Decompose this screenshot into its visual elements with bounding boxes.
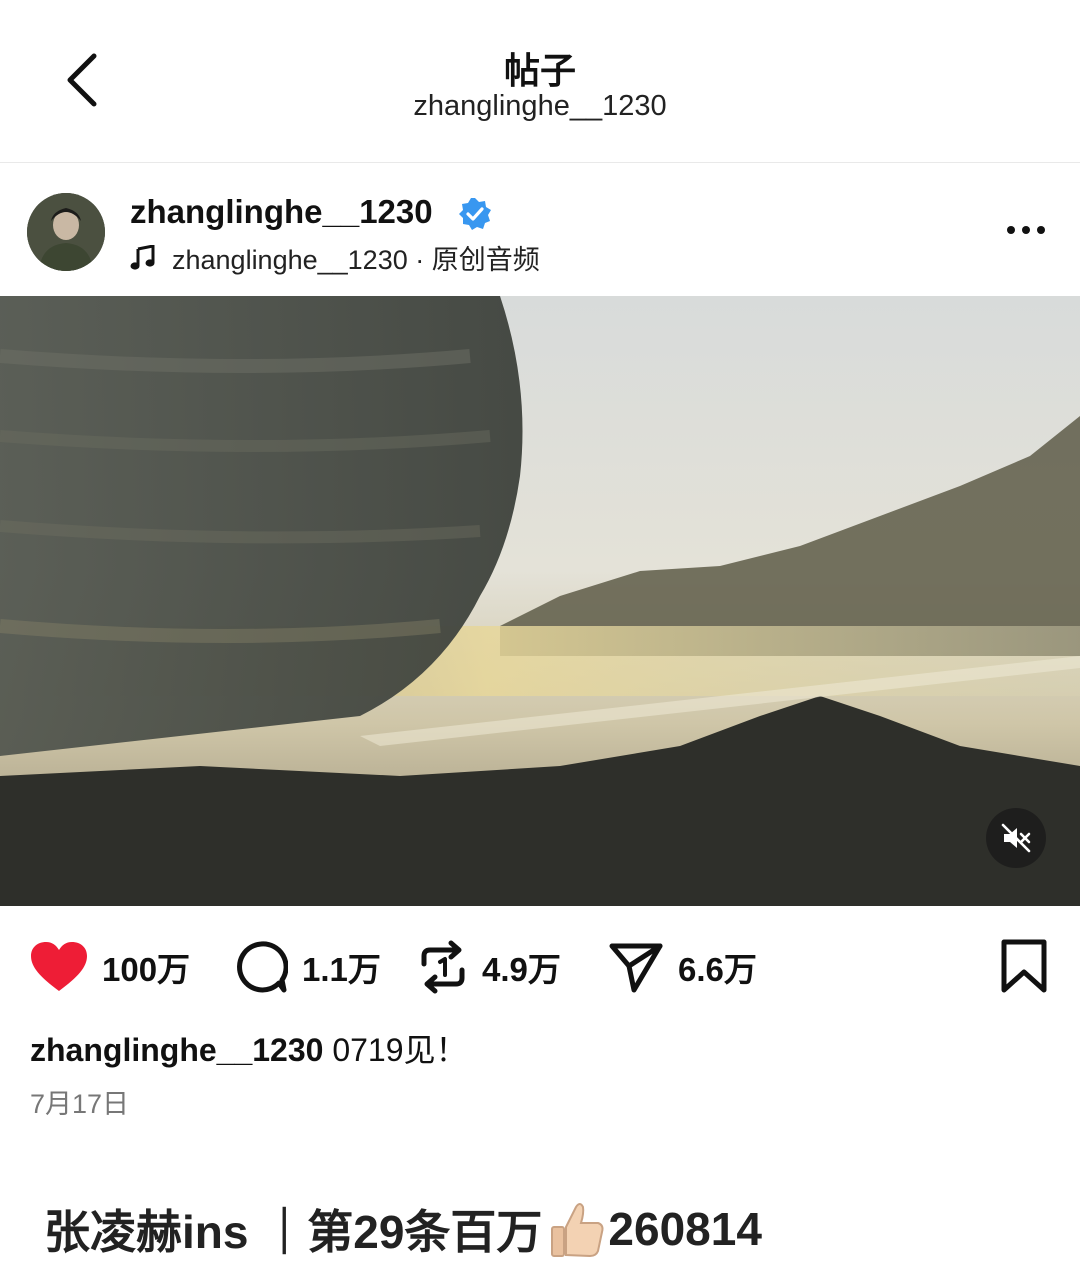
share-count: 6.6万 (678, 951, 757, 988)
page-subtitle-username: zhanglinghe__1230 (413, 90, 667, 122)
share-button[interactable]: 6.6万 (608, 930, 757, 1004)
audio-track-link[interactable]: zhanglinghe__1230 · 原创音频 (130, 238, 540, 277)
avatar[interactable] (27, 193, 105, 271)
send-paper-plane-icon (609, 943, 663, 993)
caption-username[interactable]: zhanglinghe__1230 (30, 1032, 323, 1068)
post-video[interactable] (0, 296, 1080, 906)
verified-badge-icon (459, 198, 491, 230)
avatar-image (27, 193, 105, 271)
footer-headline: 张凌赫ins ｜第29条百万 260814 (44, 1196, 762, 1262)
bookmark-save-icon[interactable] (998, 938, 1050, 994)
thumbs-up-icon (551, 1203, 604, 1258)
like-count: 100万 (102, 951, 191, 988)
caption-text: 0719见！ (332, 1032, 468, 1068)
post-author-username[interactable]: zhanglinghe__1230 (130, 193, 433, 231)
mute-toggle-button[interactable] (986, 808, 1046, 868)
video-frame-landscape (0, 296, 1080, 906)
more-options-icon[interactable] (1000, 215, 1050, 245)
comment-bubble-icon (237, 941, 288, 993)
post-caption: zhanglinghe__1230 0719见！ (30, 1025, 468, 1071)
like-button[interactable]: 100万 (30, 930, 190, 1004)
footer-text-after: 260814 (608, 1203, 762, 1255)
repost-button[interactable]: 4.9万 (418, 930, 561, 1004)
post-date: 7月17日 (30, 1089, 130, 1119)
comment-button[interactable]: 1.1万 (234, 930, 381, 1004)
comment-count: 1.1万 (302, 951, 381, 988)
top-navigation-bar: 帖子 zhanglinghe__1230 (0, 0, 1080, 163)
post-actions-bar: 100万 1.1万 4.9万 6.6万 (0, 930, 1080, 1004)
post-header: zhanglinghe__1230 zhanglinghe__1230 · 原创… (0, 163, 1080, 295)
music-note-icon (130, 244, 155, 270)
footer-text-before: 张凌赫ins ｜第29条百万 (44, 1206, 543, 1258)
audio-track-label: zhanglinghe__1230 · 原创音频 (172, 245, 540, 275)
speaker-muted-icon (1001, 823, 1031, 853)
heart-filled-icon (31, 942, 87, 991)
page-title: 帖子 (503, 50, 576, 91)
repost-arrows-icon (421, 940, 465, 994)
repost-count: 4.9万 (482, 951, 561, 988)
